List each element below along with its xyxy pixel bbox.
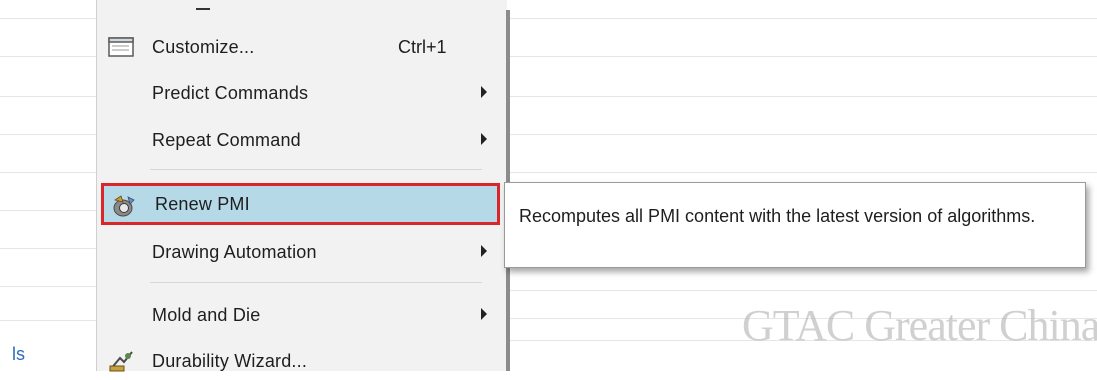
menu-item-label: Drawing Automation [152,242,317,262]
background-gridline [0,286,96,287]
durability-wizard-icon [108,350,134,372]
tooltip: Recomputes all PMI content with the late… [504,182,1086,268]
background-gridline [0,320,96,321]
menu-item-drawing-automation[interactable]: Drawing Automation [96,233,506,271]
menu-item-predict-commands[interactable]: Predict Commands [96,74,506,112]
submenu-arrow-icon [481,133,487,145]
menu-item-renew-pmi[interactable]: Renew PMI [101,183,500,225]
menu-item-label: Predict Commands [152,83,309,103]
menu-separator [150,282,482,283]
menu-item-repeat-command[interactable]: Repeat Command [96,121,506,159]
menu-top-fragment [196,8,210,10]
menu-item-label: Repeat Command [152,130,301,150]
watermark: GTAC Greater China [742,301,1097,350]
background-gridline [0,134,96,135]
renew-pmi-icon [111,194,137,217]
menu-separator [150,169,482,170]
menu-item-label: Mold and Die [152,305,261,325]
submenu-arrow-icon [481,86,487,98]
menu-item-shortcut: Ctrl+1 [398,37,447,57]
background-gridline [0,18,96,19]
tooltip-text: Recomputes all PMI content with the late… [519,206,1036,226]
menu-item-customize[interactable]: Customize... Ctrl+1 [96,28,506,66]
menu-item-label: Durability Wizard... [152,351,308,371]
background-gridline [510,96,1097,97]
background-gridline [0,210,96,211]
background-gridline [0,56,96,57]
background-gridline [0,96,96,97]
submenu-arrow-icon [481,308,487,320]
background-gridline [510,56,1097,57]
menu-item-label: Customize... [152,37,255,57]
customize-window-icon [108,36,134,58]
menu-item-label: Renew PMI [155,194,250,214]
background-gridline [510,290,1097,291]
background-text-fragment: ls [12,344,25,364]
background-gridline [0,248,96,249]
submenu-arrow-icon [481,245,487,257]
background-gridline [510,134,1097,135]
background-gridline [510,172,1097,173]
background-gridline [0,172,96,173]
menu-item-durability-wizard[interactable]: Durability Wizard... [96,342,506,380]
background-gridline [510,18,1097,19]
menu-item-mold-and-die[interactable]: Mold and Die [96,296,506,334]
